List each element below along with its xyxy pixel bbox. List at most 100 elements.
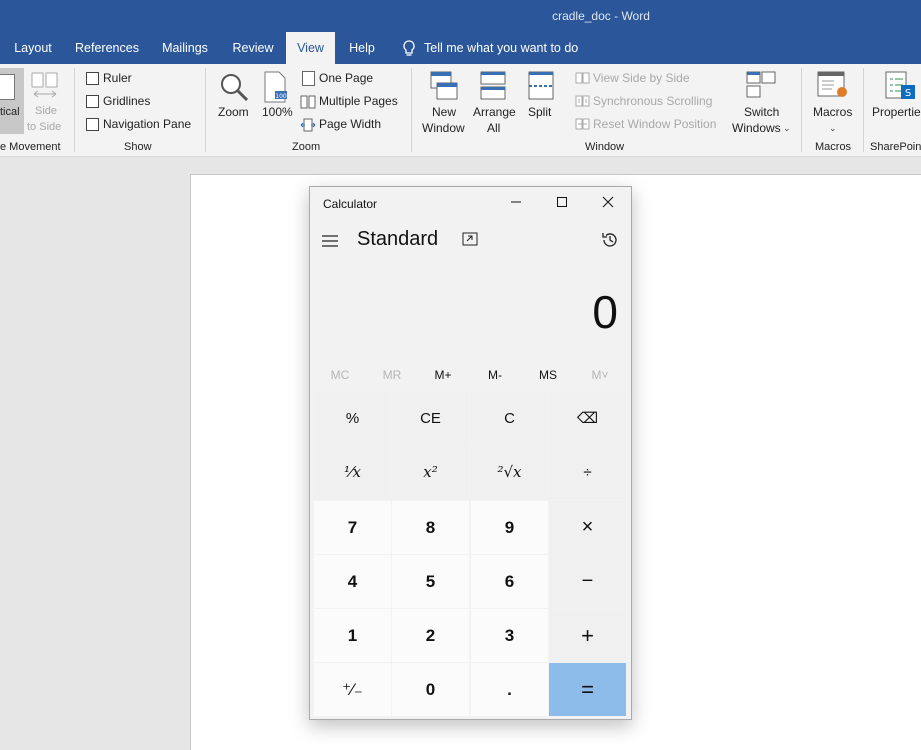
square-button[interactable]: x²: [392, 446, 469, 499]
digit-2-button[interactable]: 2: [392, 609, 469, 662]
close-button[interactable]: [585, 187, 631, 219]
properties-button[interactable]: Properties: [872, 105, 921, 119]
group-divider: [801, 68, 802, 152]
calculator-mode-title: Standard: [357, 228, 439, 250]
square-root-button[interactable]: ²√x: [471, 446, 548, 499]
history-icon: [602, 233, 617, 247]
multiply-button[interactable]: ×: [549, 501, 626, 554]
macros-icon[interactable]: [817, 71, 849, 106]
digit-6-button[interactable]: 6: [471, 555, 548, 608]
clear-entry-button[interactable]: CE: [392, 392, 469, 445]
arrange-all-label-1[interactable]: Arrange: [473, 105, 516, 119]
group-divider: [74, 68, 75, 152]
memory-clear-button[interactable]: MC: [314, 368, 366, 382]
svg-text:S: S: [905, 88, 911, 99]
vertical-page-icon: [0, 74, 15, 100]
digit-1-button[interactable]: 1: [314, 609, 391, 662]
switch-windows-label-1[interactable]: Switch: [744, 105, 779, 119]
hamburger-menu-button[interactable]: [322, 234, 338, 252]
memory-recall-button[interactable]: MR: [366, 368, 418, 382]
tab-mailings[interactable]: Mailings: [150, 32, 220, 64]
group-divider: [863, 68, 864, 152]
memory-store-button[interactable]: MS: [522, 368, 574, 382]
arrange-all-icon[interactable]: [480, 71, 506, 106]
split-button[interactable]: Split: [528, 105, 551, 119]
subtract-button[interactable]: −: [549, 555, 626, 608]
show-group-label: Show: [124, 141, 152, 153]
one-page-button[interactable]: One Page: [319, 71, 373, 85]
percent-button[interactable]: %: [314, 392, 391, 445]
zoom-100-button[interactable]: 100%: [262, 105, 293, 119]
digit-0-button[interactable]: 0: [392, 663, 469, 716]
arrange-all-label-2[interactable]: All: [487, 121, 500, 135]
lightbulb-icon: [401, 40, 417, 63]
memory-subtract-button[interactable]: M-: [469, 368, 521, 382]
maximize-icon: [557, 197, 567, 207]
digit-5-button[interactable]: 5: [392, 555, 469, 608]
side-to-side-label-2[interactable]: to Side: [27, 121, 61, 133]
tab-review[interactable]: Review: [222, 32, 284, 64]
close-icon: [602, 196, 614, 208]
ruler-label: Ruler: [103, 71, 132, 85]
vertical-button[interactable]: tical: [0, 68, 24, 134]
digit-4-button[interactable]: 4: [314, 555, 391, 608]
synchronous-scrolling-icon: [575, 94, 590, 112]
backspace-button[interactable]: ⌫: [549, 392, 626, 445]
reset-window-position-button[interactable]: Reset Window Position: [593, 117, 716, 131]
tab-help[interactable]: Help: [337, 32, 387, 64]
decimal-button[interactable]: .: [471, 663, 548, 716]
multiple-pages-icon: [300, 95, 316, 114]
ruler-checkbox[interactable]: [86, 72, 99, 85]
page-width-button[interactable]: Page Width: [319, 117, 381, 131]
view-side-by-side-button[interactable]: View Side by Side: [593, 71, 690, 85]
menu-icon: [322, 235, 338, 247]
reciprocal-button[interactable]: ¹⁄x: [314, 446, 391, 499]
tell-me-search[interactable]: Tell me what you want to do: [424, 32, 586, 64]
divide-button[interactable]: ÷: [549, 446, 626, 499]
minimize-button[interactable]: [493, 187, 539, 219]
zoom-magnifier-icon[interactable]: [218, 71, 250, 108]
properties-icon[interactable]: S: [885, 71, 917, 108]
navigation-pane-label: Navigation Pane: [103, 117, 192, 131]
one-page-icon: [302, 71, 315, 86]
keep-on-top-button[interactable]: [462, 232, 478, 251]
split-icon[interactable]: [528, 71, 554, 106]
navigation-pane-checkbox[interactable]: [86, 118, 99, 131]
memory-add-button[interactable]: M+: [417, 368, 469, 382]
add-button[interactable]: +: [549, 609, 626, 662]
gridlines-label: Gridlines: [103, 94, 151, 108]
new-window-icon[interactable]: [430, 71, 458, 106]
switch-windows-label-2[interactable]: Windows: [732, 121, 781, 135]
chevron-down-icon: ⌄: [783, 123, 791, 133]
equals-button[interactable]: =: [549, 663, 626, 716]
switch-windows-icon[interactable]: [746, 71, 776, 104]
clear-button[interactable]: C: [471, 392, 548, 445]
new-window-label-1[interactable]: New: [432, 105, 456, 119]
digit-8-button[interactable]: 8: [392, 501, 469, 554]
multiple-pages-button[interactable]: Multiple Pages: [319, 94, 398, 108]
new-window-label-2[interactable]: Window: [422, 121, 465, 135]
tab-layout[interactable]: Layout: [0, 32, 66, 64]
group-divider: [411, 68, 412, 152]
zoom-group-label: Zoom: [292, 141, 321, 153]
memory-list-button[interactable]: M˅: [574, 368, 626, 382]
view-side-by-side-icon: [575, 71, 590, 89]
tab-references[interactable]: References: [66, 32, 148, 64]
calculator-display: 0: [592, 286, 618, 338]
digit-9-button[interactable]: 9: [471, 501, 548, 554]
history-button[interactable]: [601, 231, 619, 254]
maximize-button[interactable]: [539, 187, 585, 219]
group-divider: [205, 68, 206, 152]
tab-view[interactable]: View: [286, 32, 335, 64]
document-title: cradle_doc - Word: [552, 9, 650, 23]
synchronous-scrolling-button[interactable]: Synchronous Scrolling: [593, 94, 712, 108]
digit-7-button[interactable]: 7: [314, 501, 391, 554]
zoom-button[interactable]: Zoom: [218, 105, 249, 119]
side-to-side-label-1[interactable]: Side: [35, 105, 57, 117]
negate-button[interactable]: ⁺⁄₋: [314, 663, 391, 716]
zoom-100-icon[interactable]: 100: [263, 71, 289, 108]
macros-button[interactable]: Macros: [813, 105, 852, 119]
digit-3-button[interactable]: 3: [471, 609, 548, 662]
gridlines-checkbox[interactable]: [86, 95, 99, 108]
sharepoint-group-label: SharePoint: [870, 141, 921, 153]
